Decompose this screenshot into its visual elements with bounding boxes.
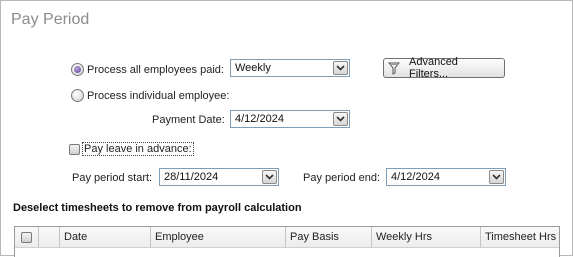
period-end-field[interactable]: 4/12/2024 xyxy=(386,168,506,186)
column-header-timesheet-hrs[interactable]: Timesheet Hrs xyxy=(481,227,559,247)
period-end-value: 4/12/2024 xyxy=(391,171,440,183)
process-individual-label: Process individual employee: xyxy=(87,89,230,102)
advanced-filters-label: Advanced Filters... xyxy=(409,56,458,80)
payment-date-value: 4/12/2024 xyxy=(235,113,284,125)
advanced-filters-button[interactable]: Advanced Filters... xyxy=(383,56,505,80)
timesheets-table: Date Employee Pay Basis Weekly Hrs Times… xyxy=(14,226,560,257)
process-all-radio[interactable] xyxy=(71,63,84,76)
process-individual-radio[interactable] xyxy=(71,89,84,102)
period-start-label: Pay period start: xyxy=(72,172,153,184)
chevron-down-icon[interactable] xyxy=(333,61,348,75)
select-all-checkbox[interactable] xyxy=(21,231,32,243)
page-title: Pay Period xyxy=(11,11,90,28)
pay-frequency-select[interactable]: Weekly xyxy=(230,59,350,77)
period-end-label: Pay period end: xyxy=(303,172,381,184)
pay-leave-checkbox[interactable] xyxy=(69,143,80,155)
timesheets-heading: Deselect timesheets to remove from payro… xyxy=(13,202,302,214)
chevron-down-icon[interactable] xyxy=(489,170,504,184)
select-all-column[interactable] xyxy=(15,227,39,247)
period-start-value: 28/11/2024 xyxy=(164,171,219,183)
period-start-field[interactable]: 28/11/2024 xyxy=(159,168,279,186)
pay-frequency-value: Weekly xyxy=(235,62,271,74)
process-individual-radio-row[interactable]: Process individual employee: xyxy=(71,89,229,102)
payment-date-field[interactable]: 4/12/2024 xyxy=(230,110,350,128)
chevron-down-icon[interactable] xyxy=(262,170,277,184)
column-header-weekly-hrs[interactable]: Weekly Hrs xyxy=(372,227,481,247)
column-header-pay-basis[interactable]: Pay Basis xyxy=(286,227,372,247)
timesheets-table-header: Date Employee Pay Basis Weekly Hrs Times… xyxy=(15,227,559,248)
column-header-employee[interactable]: Employee xyxy=(151,227,286,247)
column-header-date[interactable]: Date xyxy=(60,227,151,247)
pay-period-panel: Pay Period Process all employees paid: W… xyxy=(0,0,573,257)
payment-date-label: Payment Date: xyxy=(152,114,225,126)
process-all-radio-row[interactable]: Process all employees paid: xyxy=(71,63,224,76)
pay-leave-label: Pay leave in advance: xyxy=(82,142,194,156)
funnel-icon xyxy=(388,62,400,75)
process-all-label: Process all employees paid: xyxy=(87,63,224,76)
chevron-down-icon[interactable] xyxy=(333,112,348,126)
row-indicator-column xyxy=(39,227,60,247)
pay-leave-checkbox-row[interactable]: Pay leave in advance: xyxy=(69,142,194,156)
